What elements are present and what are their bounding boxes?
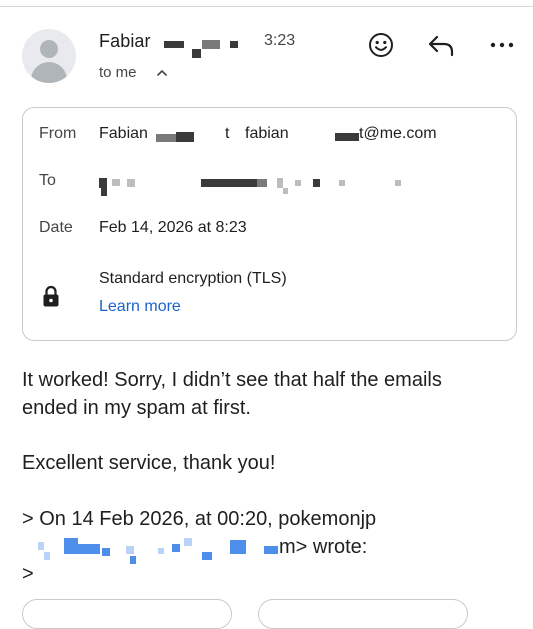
- redacted-block: [339, 180, 345, 186]
- redacted-block: [127, 179, 135, 187]
- avatar-icon: [40, 40, 58, 58]
- redacted-block: [184, 538, 192, 546]
- redacted-block: [44, 552, 50, 560]
- redacted-block: [230, 41, 238, 48]
- body-line-1: It worked! Sorry, I didn’t see that half…: [22, 369, 442, 391]
- from-name: Fabian: [99, 125, 148, 142]
- redacted-block: [78, 544, 100, 554]
- body-line-2: ended in my spam at first.: [22, 397, 251, 419]
- body-line-3: Excellent service, thank you!: [22, 452, 276, 474]
- sender-name[interactable]: Fabiar: [99, 31, 151, 52]
- encryption-text: Standard encryption (TLS): [99, 270, 287, 287]
- redacted-block: [126, 546, 134, 554]
- date-value: Feb 14, 2026 at 8:23: [99, 219, 247, 236]
- redacted-block: [295, 180, 301, 186]
- redacted-block: [230, 540, 246, 554]
- avatar-body: [31, 62, 67, 83]
- message-time: 3:23: [264, 32, 296, 49]
- date-label: Date: [39, 219, 73, 236]
- redacted-block: [158, 548, 164, 554]
- redacted-block: [64, 538, 78, 554]
- sender-avatar[interactable]: [22, 29, 76, 83]
- redacted-block: [99, 178, 107, 188]
- redacted-block: [202, 40, 220, 49]
- redacted-block: [102, 548, 110, 556]
- from-fragment: t: [225, 125, 230, 142]
- redacted-block: [257, 179, 267, 187]
- learn-more-link[interactable]: Learn more: [99, 298, 181, 316]
- action-chip[interactable]: [22, 599, 232, 629]
- action-chip[interactable]: [258, 599, 468, 629]
- chevron-up-icon[interactable]: [155, 66, 169, 80]
- from-email-end: t@me.com: [359, 125, 437, 142]
- redacted-block: [101, 188, 107, 196]
- quote-marker: >: [22, 563, 34, 585]
- reply-icon[interactable]: [427, 34, 455, 58]
- redacted-block: [38, 542, 44, 550]
- redacted-block: [277, 178, 283, 188]
- to-label: To: [39, 172, 56, 189]
- recipient-summary[interactable]: to me: [99, 64, 137, 81]
- redacted-block: [201, 179, 257, 187]
- from-email-start: fabian: [245, 125, 289, 142]
- message-details-card: From Fabian t fabian t@me.com To Date Fe…: [22, 107, 517, 341]
- redacted-block: [156, 134, 176, 142]
- from-label: From: [39, 125, 77, 142]
- quote-tail: m> wrote:: [279, 536, 368, 558]
- redacted-block: [264, 546, 278, 554]
- redacted-block: [313, 179, 320, 187]
- redacted-block: [335, 133, 359, 141]
- redacted-block: [112, 179, 120, 186]
- redacted-block: [192, 49, 201, 58]
- top-divider: [0, 6, 533, 7]
- redacted-block: [130, 556, 136, 564]
- redacted-block: [164, 41, 184, 48]
- emoji-icon[interactable]: [368, 32, 394, 58]
- redacted-block: [176, 132, 194, 142]
- redacted-block: [283, 188, 288, 194]
- redacted-block: [395, 180, 401, 186]
- lock-icon: [43, 285, 59, 307]
- more-horiz-icon[interactable]: [490, 40, 514, 50]
- quote-header: > On 14 Feb 2026, at 00:20, pokemonjp: [22, 508, 377, 530]
- redacted-block: [202, 552, 212, 560]
- redacted-block: [172, 544, 180, 552]
